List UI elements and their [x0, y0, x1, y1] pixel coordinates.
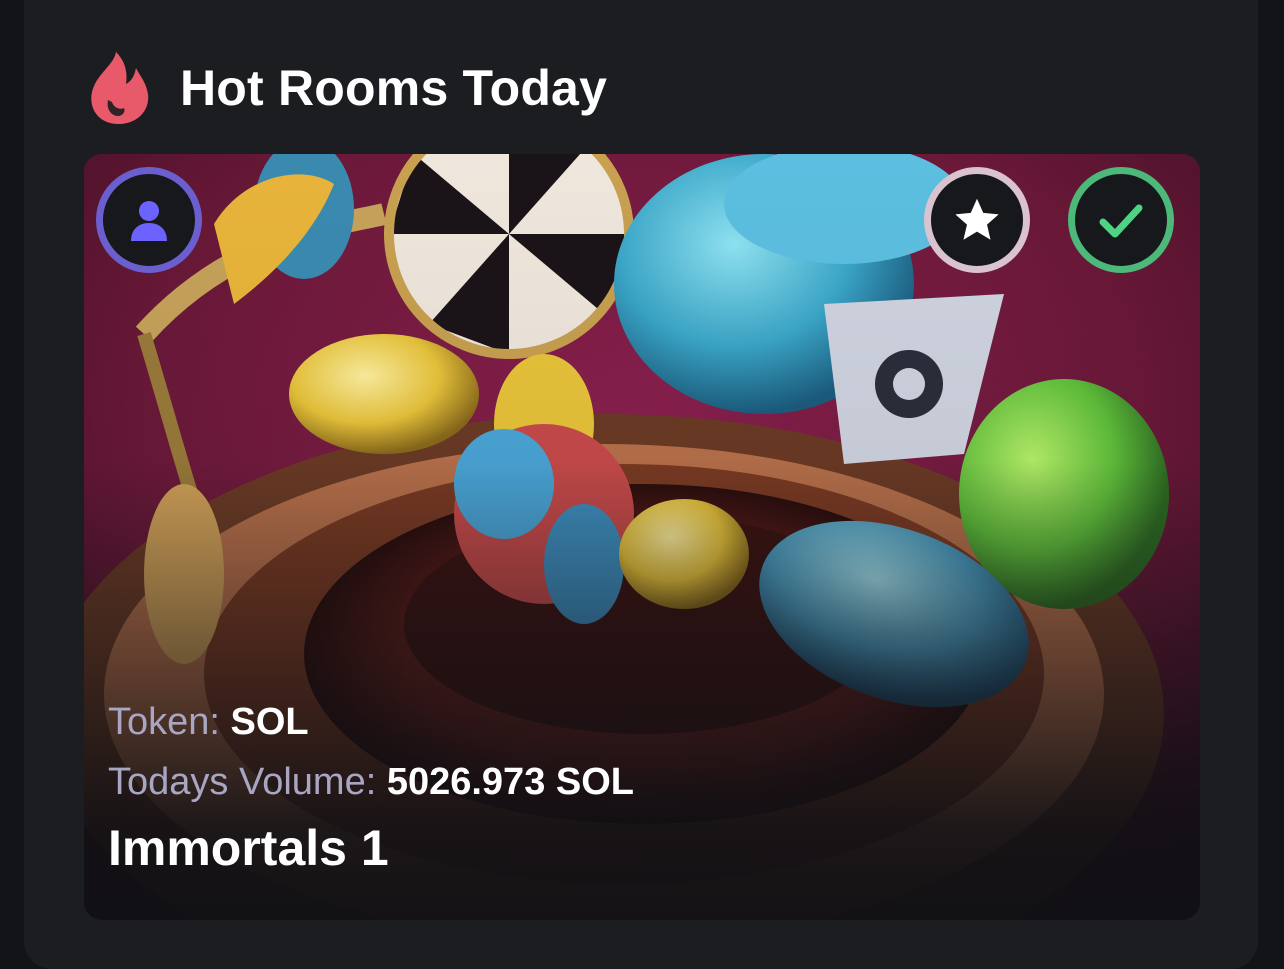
room-name[interactable]: Immortals 1	[108, 819, 634, 877]
token-value: SOL	[230, 701, 309, 743]
volume-row: Todays Volume: 5026.973 SOL	[108, 759, 634, 805]
volume-label: Todays Volume:	[108, 761, 387, 803]
token-row: Token: SOL	[108, 699, 634, 745]
favorite-button[interactable]	[924, 167, 1030, 273]
check-icon	[1099, 204, 1143, 238]
verified-badge[interactable]	[1068, 167, 1174, 273]
creator-badge[interactable]	[96, 167, 202, 273]
user-icon	[131, 201, 167, 241]
section-header: Hot Rooms Today	[86, 48, 607, 128]
section-title: Hot Rooms Today	[180, 60, 608, 116]
token-label: Token:	[108, 701, 231, 743]
room-card[interactable]: Token: SOL Todays Volume: 5026.973 SOL I…	[84, 154, 1200, 920]
fire-icon	[91, 52, 149, 124]
volume-value: 5026.973 SOL	[386, 761, 634, 803]
star-icon	[955, 198, 999, 240]
room-info: Token: SOL Todays Volume: 5026.973 SOL I…	[108, 699, 634, 877]
